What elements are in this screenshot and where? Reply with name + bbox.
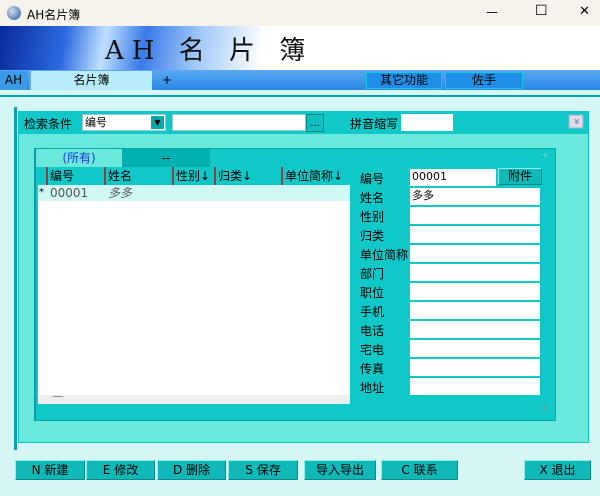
detail-label: 宅电 xyxy=(360,343,385,357)
dropdown-icon[interactable]: ▼ xyxy=(151,116,164,129)
grid-tab-all[interactable]: (所有) xyxy=(36,149,122,167)
search-keyword-input[interactable] xyxy=(172,114,306,131)
window-title: AH名片簿 xyxy=(27,8,81,22)
other-functions-button[interactable]: 其它功能 xyxy=(366,72,442,89)
detail-label: 地址 xyxy=(360,381,385,395)
detail-label: 手机 xyxy=(360,305,385,319)
pinyin-label: 拼音缩写 xyxy=(350,117,399,131)
grid-panel: (所有) -- + 编号 姓名 性别↓ 归类↓ 单位简称↓ * 00001 多多… xyxy=(34,148,556,421)
banner-title: AH 名 片 簿 xyxy=(105,36,314,66)
maximize-button[interactable]: ☐ xyxy=(535,3,548,19)
divider xyxy=(0,95,600,97)
detail-input[interactable] xyxy=(410,245,540,262)
row-marker: * xyxy=(39,187,44,198)
detail-label: 编号 xyxy=(360,172,385,186)
table-header: 编号 姓名 性别↓ 归类↓ 单位简称↓ xyxy=(38,167,350,185)
tab-bar: AH 名片簿 + 其它功能 佐手 xyxy=(0,70,600,90)
banner: AH 名 片 簿 xyxy=(0,26,600,70)
search-bar: 检索条件 编号 ▼ ... 拼音缩写 » xyxy=(18,111,589,134)
col-id[interactable]: 编号 xyxy=(46,167,104,185)
tab-ah[interactable]: AH xyxy=(0,71,27,90)
col-gender[interactable]: 性别↓ xyxy=(172,167,214,185)
cell-id: 00001 xyxy=(50,186,89,200)
new-button[interactable]: N 新建 xyxy=(15,460,85,480)
detail-label: 部门 xyxy=(360,267,385,281)
detail-label: 单位简称 xyxy=(360,248,409,262)
contact-button[interactable]: C 联系 xyxy=(381,460,458,480)
detail-label: 姓名 xyxy=(360,191,385,205)
detail-input[interactable] xyxy=(410,359,540,376)
detail-input[interactable] xyxy=(410,340,540,357)
minimize-button[interactable]: — xyxy=(486,5,498,19)
grid-tab-dash[interactable]: -- xyxy=(122,149,210,167)
cell-name: 多多 xyxy=(108,186,133,200)
import-export-button[interactable]: 导入导出 xyxy=(304,460,376,480)
detail-label: 电话 xyxy=(360,324,385,338)
detail-input[interactable] xyxy=(410,302,540,319)
collapse-icon[interactable]: » xyxy=(568,114,584,129)
col-name[interactable]: 姓名 xyxy=(104,167,172,185)
footer-marker: — xyxy=(52,389,64,403)
detail-label: 性别 xyxy=(360,210,385,224)
detail-input[interactable] xyxy=(410,226,540,243)
col-company[interactable]: 单位简称↓ xyxy=(281,167,350,185)
detail-label: 传真 xyxy=(360,362,385,376)
assistant-button[interactable]: 佐手 xyxy=(445,72,523,89)
col-category[interactable]: 归类↓ xyxy=(214,167,281,185)
edit-button[interactable]: E 修改 xyxy=(86,460,155,480)
detail-input[interactable] xyxy=(410,321,540,338)
attach-button[interactable]: 附件 xyxy=(498,168,542,185)
close-button[interactable]: ✕ xyxy=(579,4,590,19)
outer-panel-border xyxy=(14,107,17,450)
detail-input[interactable] xyxy=(410,207,540,224)
grid-star: * xyxy=(542,405,547,416)
detail-input[interactable] xyxy=(410,264,540,281)
delete-button[interactable]: D 删除 xyxy=(157,460,226,480)
detail-label: 职位 xyxy=(360,286,385,300)
detail-input[interactable]: 00001 xyxy=(410,169,496,186)
table: 编号 姓名 性别↓ 归类↓ 单位简称↓ * 00001 多多 — xyxy=(38,167,350,404)
detail-input[interactable] xyxy=(410,283,540,300)
title-bar: AH名片簿 — ☐ ✕ xyxy=(0,0,600,26)
grid-corner-mark: + xyxy=(541,151,549,161)
pinyin-input[interactable] xyxy=(401,114,453,131)
search-label: 检索条件 xyxy=(24,117,73,131)
detail-label: 归类 xyxy=(360,229,385,243)
search-field-select[interactable]: 编号 ▼ xyxy=(82,114,166,131)
browse-button[interactable]: ... xyxy=(306,114,324,132)
detail-input[interactable]: 多多 xyxy=(410,188,540,205)
search-field-value: 编号 xyxy=(85,116,107,129)
detail-input[interactable] xyxy=(410,378,540,395)
table-row[interactable]: * 00001 多多 xyxy=(38,185,350,201)
tab-add[interactable]: + xyxy=(158,71,176,90)
globe-icon xyxy=(7,6,21,20)
table-footer: — xyxy=(38,389,350,404)
tab-main[interactable]: 名片簿 xyxy=(29,71,152,90)
exit-button[interactable]: X 退出 xyxy=(524,460,591,480)
detail-panel: 编号 00001 姓名 多多性别归类单位简称部门职位手机电话宅电传真地址 附件 xyxy=(350,167,542,404)
save-button[interactable]: S 保存 xyxy=(228,460,298,480)
